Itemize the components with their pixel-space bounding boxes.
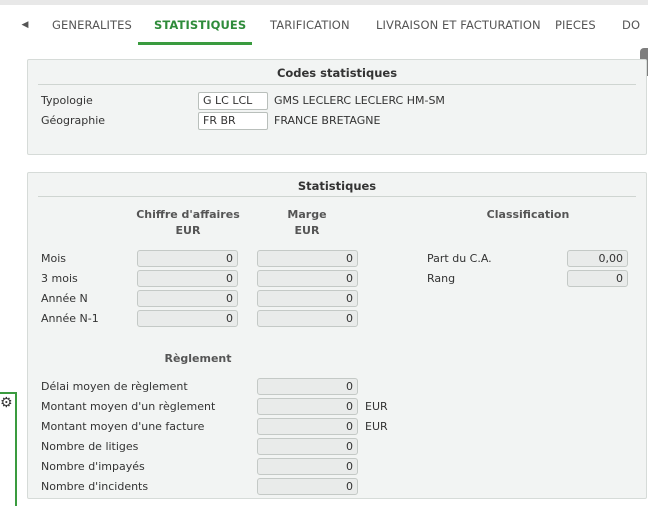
ca-value: 0	[137, 310, 238, 327]
rang-label: Rang	[427, 272, 456, 285]
row-label: Année N-1	[41, 312, 99, 325]
marge-value: 0	[257, 290, 358, 307]
row-label: Mois	[41, 252, 67, 265]
marge-column-header: Marge	[287, 208, 327, 221]
geographie-code-field[interactable]: FR BR	[198, 112, 268, 130]
reglement-value: 0	[257, 438, 358, 455]
row-label: 3 mois	[41, 272, 78, 285]
reglement-row-label: Nombre d'impayés	[41, 460, 145, 473]
reglement-row-label: Montant moyen d'un règlement	[41, 400, 216, 413]
tab-generalites[interactable]: GENERALITES	[52, 5, 132, 45]
tab-statistiques[interactable]: STATISTIQUES	[154, 5, 246, 45]
statistiques-panel: Statistiques Chiffre d'affaires EUR Marg…	[27, 172, 647, 499]
classification-header: Classification	[486, 208, 570, 221]
typologie-description: GMS LECLERC LECLERC HM-SM	[274, 94, 445, 107]
typologie-label: Typologie	[41, 94, 93, 107]
tab-pieces[interactable]: PIECES	[555, 5, 596, 45]
reglement-value: 0	[257, 378, 358, 395]
row-label: Année N	[41, 292, 88, 305]
panel-divider	[38, 84, 636, 85]
reglement-value: 0	[257, 418, 358, 435]
tab-livraison-facturation[interactable]: LIVRAISON ET FACTURATION	[376, 5, 541, 45]
typologie-code-field[interactable]: G LC LCL	[198, 92, 268, 110]
ca-value: 0	[137, 270, 238, 287]
part-ca-value: 0,00	[567, 250, 628, 267]
tab-do[interactable]: DO	[622, 5, 640, 45]
ca-column-unit: EUR	[175, 224, 201, 237]
panel-title: Statistiques	[297, 179, 377, 193]
panel-divider	[38, 196, 636, 197]
reglement-header: Règlement	[164, 352, 232, 365]
part-ca-label: Part du C.A.	[427, 252, 492, 265]
tab-tarification[interactable]: TARIFICATION	[270, 5, 350, 45]
marge-column-unit: EUR	[294, 224, 320, 237]
gear-icon[interactable]: ⚙	[0, 395, 13, 411]
unit-label: EUR	[365, 420, 388, 433]
ca-value: 0	[137, 250, 238, 267]
codes-statistiques-panel: Codes statistiques Typologie G LC LCL GM…	[27, 59, 647, 155]
rang-value: 0	[567, 270, 628, 287]
reglement-row-label: Délai moyen de règlement	[41, 380, 188, 393]
reglement-row-label: Montant moyen d'une facture	[41, 420, 205, 433]
geographie-label: Géographie	[41, 114, 106, 127]
panel-title: Codes statistiques	[276, 66, 398, 80]
reglement-value: 0	[257, 458, 358, 475]
reglement-value: 0	[257, 398, 358, 415]
chevron-left-icon[interactable]: ◀	[20, 17, 30, 33]
reglement-row-label: Nombre de litiges	[41, 440, 139, 453]
ca-column-header: Chiffre d'affaires	[136, 208, 240, 221]
marge-value: 0	[257, 310, 358, 327]
reglement-row-label: Nombre d'incidents	[41, 480, 149, 493]
marge-value: 0	[257, 250, 358, 267]
geographie-description: FRANCE BRETAGNE	[274, 114, 381, 127]
reglement-value: 0	[257, 478, 358, 495]
marge-value: 0	[257, 270, 358, 287]
ca-value: 0	[137, 290, 238, 307]
active-tab-indicator	[138, 42, 252, 45]
unit-label: EUR	[365, 400, 388, 413]
